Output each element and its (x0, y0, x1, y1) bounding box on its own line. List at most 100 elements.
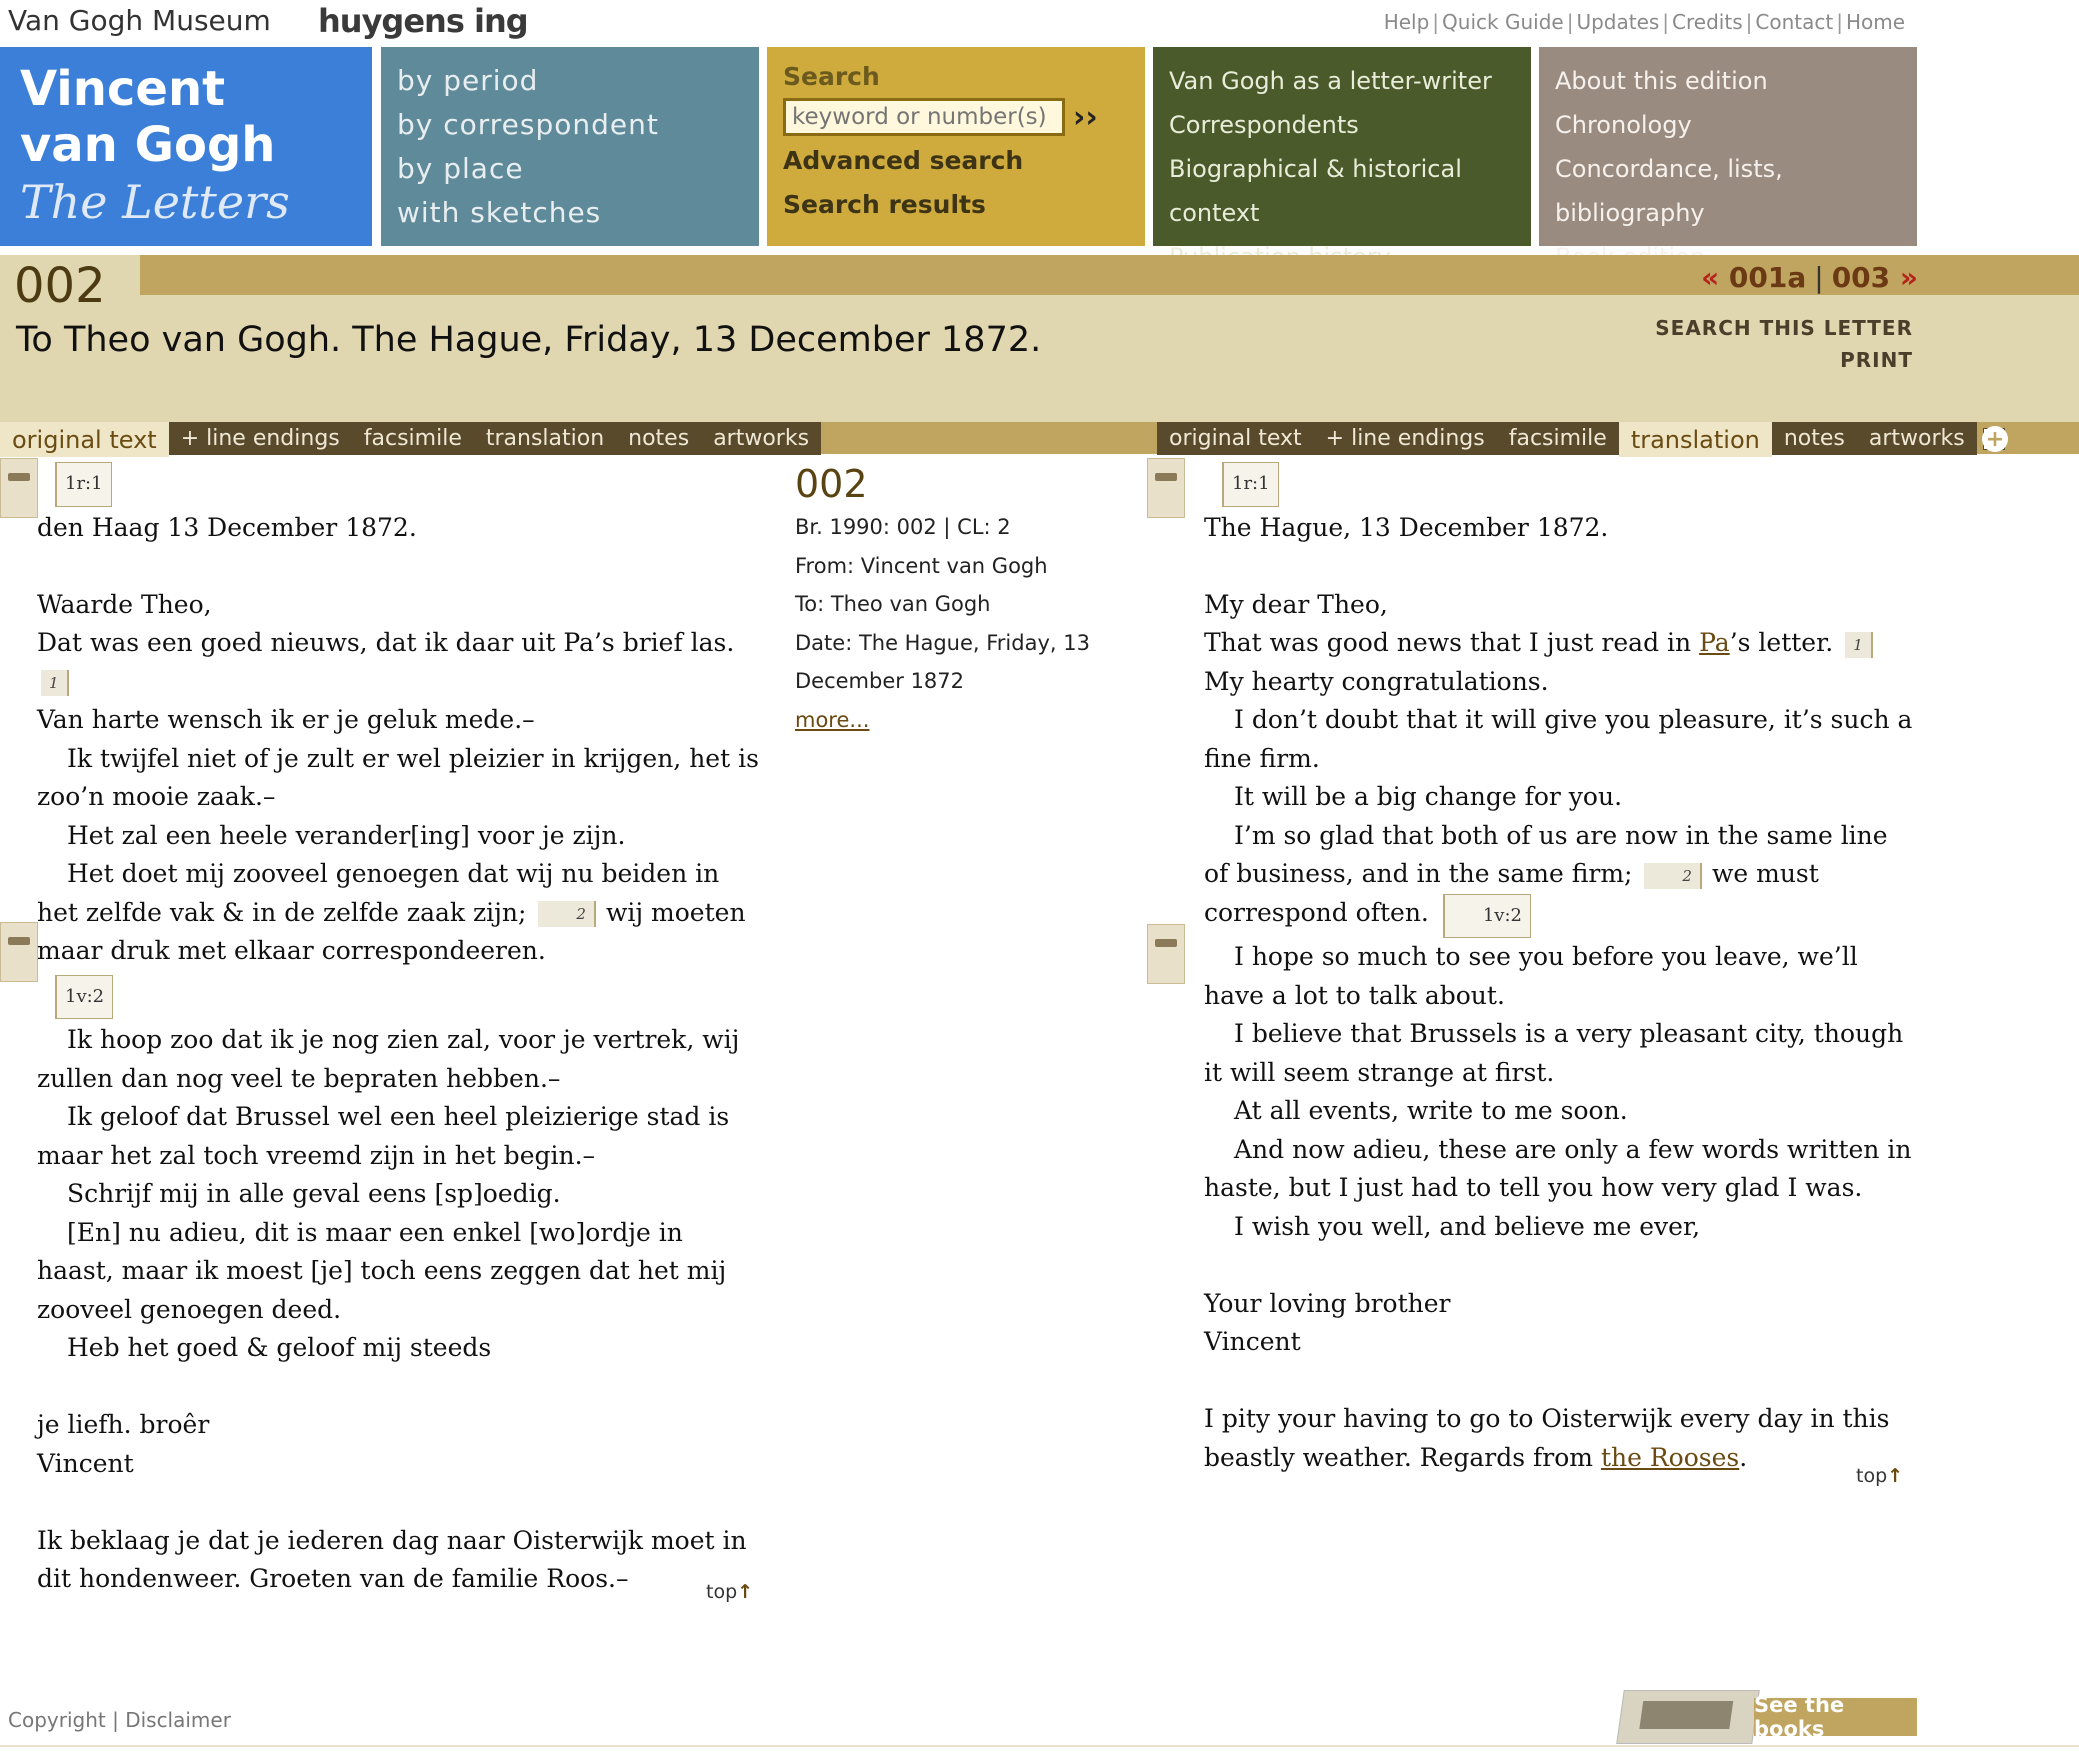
browse-with-sketches-link[interactable]: with sketches (397, 191, 743, 235)
facsimile-thumbnail-icon[interactable] (1147, 458, 1185, 518)
tab-translation[interactable]: translation (1618, 422, 1772, 457)
disclaimer-link[interactable]: Disclaimer (125, 1708, 231, 1732)
text-line: Ik hoop zoo dat ik je nog zien zal, voor… (37, 1025, 740, 1093)
van-gogh-museum-logo[interactable]: Van Gogh Museum (8, 4, 271, 37)
credits-link[interactable]: Credits (1672, 10, 1743, 34)
quick-guide-link[interactable]: Quick Guide (1442, 10, 1564, 34)
tab-line-endings[interactable]: + line endings (168, 422, 352, 455)
pa-link[interactable]: Pa (1699, 628, 1730, 657)
rooses-link[interactable]: the Rooses (1601, 1443, 1739, 1472)
footnote-marker[interactable]: 2 (538, 901, 596, 927)
right-panel-tabs: original text + line endings facsimile t… (1157, 422, 2009, 457)
text-line: I’m so glad that both of us are now in t… (1204, 817, 1919, 938)
text-line: Van harte wensch ik er je geluk mede.– (37, 705, 535, 734)
huygens-ing-logo[interactable]: huygens ing (318, 2, 529, 40)
copyright-link[interactable]: Copyright (8, 1708, 106, 1732)
text-line: I hope so much to see you before you lea… (1204, 942, 1858, 1010)
text-segment: That was good news that I just read in (1204, 628, 1692, 657)
advanced-search-link[interactable]: Advanced search (783, 139, 1129, 183)
facsimile-thumbnail-icon[interactable] (1147, 924, 1185, 984)
text-line: At all events, write to me soon. (1234, 1096, 1628, 1125)
text-line: Het zal een heele verander[ing] voor je … (67, 820, 626, 850)
tab-facsimile[interactable]: facsimile (1496, 422, 1619, 455)
facsimile-thumbnail-icon[interactable] (0, 922, 38, 982)
search-this-letter-link[interactable]: SEARCH THIS LETTER (1655, 316, 1913, 340)
text-line: Ik twijfel niet of je zult er wel pleizi… (37, 743, 759, 812)
site-title-block[interactable]: Vincent van Gogh The Letters (0, 47, 372, 246)
footnote-marker[interactable]: 2 (1644, 862, 1702, 889)
search-go-button[interactable]: ›› (1073, 100, 1098, 135)
back-to-top-link[interactable]: top↑ (706, 1581, 753, 1603)
text-line: [En] nu adieu, dit is maar een enkel [wo… (37, 1217, 727, 1324)
next-letter-link[interactable]: 003 » (1832, 261, 1918, 294)
text-line: And now adieu, these are only a few word… (1204, 1134, 1912, 1203)
tab-original-text[interactable]: original text (0, 422, 169, 457)
next-letter-number: 003 (1831, 261, 1891, 294)
arrow-up-icon: ↑ (1887, 1465, 1904, 1487)
previous-arrow-icon: « (1701, 261, 1720, 294)
page-marker[interactable]: 1v:2 (55, 974, 114, 1019)
letter-writer-link[interactable]: Van Gogh as a letter-writer (1169, 59, 1515, 103)
about-edition-link[interactable]: About this edition (1555, 59, 1901, 103)
add-panel-icon[interactable]: + (1982, 426, 2008, 452)
see-the-books-button[interactable]: See the books (1754, 1693, 1917, 1741)
print-link[interactable]: PRINT (1840, 348, 1913, 372)
meta-more-link[interactable]: more... (795, 708, 869, 732)
updates-link[interactable]: Updates (1576, 10, 1659, 34)
text-line: I pity your having to go to Oisterwijk e… (1204, 1400, 1919, 1477)
pager-separator: | (1814, 261, 1824, 294)
meta-from: From: Vincent van Gogh (795, 553, 1048, 578)
page-marker[interactable]: 1r:1 (1222, 462, 1279, 507)
tab-notes[interactable]: notes (1771, 422, 1857, 455)
text-line: den Haag 13 December 1872. (37, 512, 417, 542)
footnote-marker[interactable]: 1 (1845, 631, 1873, 658)
letter-number: 002 (14, 258, 106, 314)
text-line: Vincent (1204, 1327, 1301, 1356)
text-line: Ik geloof dat Brussel wel een heel pleiz… (37, 1102, 730, 1170)
see-the-books-banner[interactable]: See the books (1616, 1690, 1917, 1744)
text-segment: ’s letter. (1729, 628, 1834, 657)
page-marker[interactable]: 1r:1 (55, 462, 112, 507)
text-line: Dat was een goed nieuws, dat ik daar uit… (37, 624, 767, 701)
help-link[interactable]: Help (1384, 10, 1430, 34)
browse-by-correspondent-link[interactable]: by correspondent (397, 103, 743, 147)
tab-line-endings[interactable]: + line endings (1313, 422, 1497, 455)
top-utility-links: Help | Quick Guide | Updates | Credits | Contact… (1383, 10, 1905, 34)
tab-artworks[interactable]: artworks (701, 422, 822, 455)
translation-panel: 1r:1 The Hague, 13 December 1872. My dea… (1204, 458, 1919, 1477)
browse-by-place-link[interactable]: by place (397, 147, 743, 191)
page-marker[interactable]: 1v:2 (1442, 893, 1531, 938)
letter-pager: « 001a | 003 » (1701, 261, 1918, 294)
text-segment: My hearty congratulations. (1204, 666, 1549, 696)
text-line: Heb het goed & geloof mij steeds (67, 1333, 492, 1362)
site-title-line3: The Letters (20, 175, 290, 229)
tab-notes[interactable]: notes (616, 422, 702, 455)
site-title-line2: van Gogh (20, 117, 276, 173)
tab-translation[interactable]: translation (473, 422, 617, 455)
concordance-link[interactable]: Concordance, lists, bibliography (1555, 147, 1901, 235)
biographical-context-link[interactable]: Biographical & historical context (1169, 147, 1515, 235)
footnote-marker[interactable]: 1 (41, 670, 69, 696)
facsimile-thumbnail-icon[interactable] (0, 458, 38, 518)
meta-date: Date: The Hague, Friday, 13 December 187… (795, 630, 1090, 694)
text-segment: Dat was een goed nieuws, dat ik daar uit… (37, 628, 735, 657)
browse-by-period-link[interactable]: by period (397, 59, 743, 103)
text-line: Het doet mij zooveel genoegen dat wij nu… (37, 855, 767, 971)
site-title-line1: Vincent (20, 61, 226, 117)
text-segment: . (1739, 1442, 1748, 1472)
letter-title: To Theo van Gogh. The Hague, Friday, 13 … (16, 320, 1042, 360)
previous-letter-link[interactable]: « 001a (1701, 261, 1806, 294)
footer-links: Copyright | Disclaimer (8, 1708, 231, 1732)
arrow-up-icon: ↑ (737, 1581, 754, 1603)
home-link[interactable]: Home (1846, 10, 1905, 34)
correspondents-link[interactable]: Correspondents (1169, 103, 1515, 147)
tab-facsimile[interactable]: facsimile (351, 422, 474, 455)
search-results-link[interactable]: Search results (783, 183, 1129, 227)
next-arrow-icon: » (1899, 261, 1918, 294)
chronology-link[interactable]: Chronology (1555, 103, 1901, 147)
tab-artworks[interactable]: artworks (1856, 422, 1977, 455)
tab-original-text[interactable]: original text (1157, 422, 1314, 455)
search-input[interactable] (783, 98, 1065, 136)
contact-link[interactable]: Contact (1755, 10, 1833, 34)
back-to-top-link[interactable]: top↑ (1856, 1465, 1903, 1487)
